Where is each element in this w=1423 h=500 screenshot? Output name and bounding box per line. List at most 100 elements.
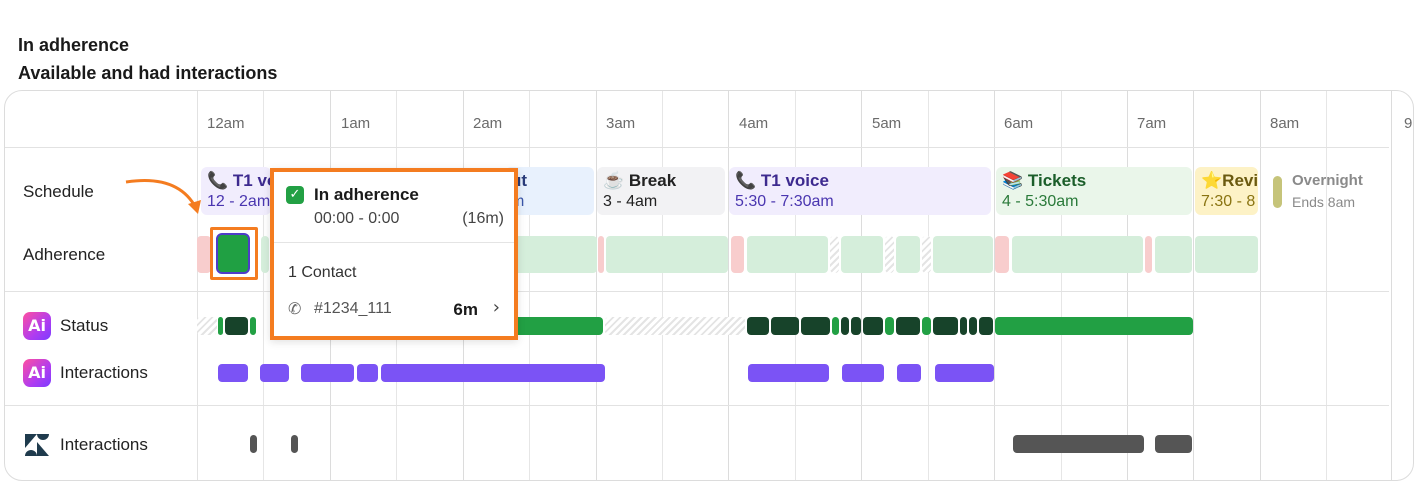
adherence-segment[interactable] [1155,236,1192,273]
schedule-block-hidden[interactable]: ut m [505,167,594,215]
gridline [1391,91,1392,480]
hour-label: 7am [1137,115,1167,132]
status-segment-busy[interactable] [933,317,958,335]
schedule-block-t1-voice[interactable]: 📞 T1 vo 12 - 2am [201,167,271,215]
phone-icon: 📞 [735,171,757,190]
status-segment-offline[interactable] [197,317,217,335]
status-segment-available[interactable] [885,317,894,335]
ai-logo-icon: Ai [23,312,51,340]
adherence-segment-out[interactable] [598,236,604,273]
selected-adherence-segment[interactable] [216,233,250,274]
hour-label: 9a [1404,115,1413,132]
books-icon: 📚 [1002,171,1024,190]
interaction-segment[interactable] [218,364,248,382]
gridline [994,91,995,480]
status-segment-busy[interactable] [225,317,248,335]
popover-duration: (16m) [462,210,504,227]
adherence-segment[interactable] [933,236,993,273]
schedule-block-break[interactable]: ☕ Break 3 - 4am [597,167,725,215]
adherence-segment[interactable] [747,236,828,273]
adherence-segment[interactable] [606,236,728,273]
interaction-segment[interactable] [748,364,829,382]
zendesk-interaction-segment[interactable] [250,435,257,453]
status-segment-busy[interactable] [747,317,769,335]
interaction-segment[interactable] [897,364,921,382]
status-segment-available[interactable] [513,317,603,335]
adherence-segment[interactable] [1195,236,1258,273]
gridline [1260,91,1261,480]
row-label-status: Status [60,316,109,335]
schedule-block-title: T1 voice [760,171,829,190]
status-segment-available[interactable] [832,317,839,335]
adherence-segment[interactable] [1012,236,1143,273]
interaction-segment[interactable] [301,364,354,382]
heading-status: Available and had interactions [18,63,278,83]
interaction-segment[interactable] [935,364,994,382]
adherence-segment-out[interactable] [1145,236,1152,273]
interaction-segment[interactable] [357,364,378,382]
adherence-segment-unknown[interactable] [830,236,839,273]
zendesk-interaction-segment[interactable] [1155,435,1192,453]
timeline-card: 12am 1am 2am 3am 4am 5am 6am 7am 8am 9a … [4,90,1414,481]
gridline [662,91,663,480]
status-segment-available[interactable] [218,317,223,335]
schedule-block-tickets[interactable]: 📚 Tickets 4 - 5:30am [996,167,1192,215]
status-segment-offline[interactable] [605,317,745,335]
row-label-adherence: Adherence [23,245,106,264]
adherence-segment-out[interactable] [995,236,1009,273]
status-segment-busy[interactable] [771,317,799,335]
gridline [795,91,796,480]
zendesk-interaction-segment[interactable] [291,435,298,453]
popover-time: 00:00 - 0:00 [314,210,400,227]
gridline [263,91,264,480]
overnight-marker [1273,176,1282,208]
contact-id: #1234_111 [314,300,392,317]
status-segment-busy[interactable] [851,317,861,335]
schedule-block-title: T1 vo [232,171,271,190]
adherence-segment[interactable] [841,236,883,273]
adherence-segment-unknown[interactable] [885,236,894,273]
chevron-right-icon[interactable]: › [493,297,500,318]
phone-icon: 📞 [207,171,229,190]
adherence-segment-unknown[interactable] [922,236,931,273]
adherence-segment[interactable] [513,236,597,273]
status-segment-busy[interactable] [841,317,849,335]
adherence-segment-out[interactable] [731,236,744,273]
zendesk-icon [25,434,49,456]
schedule-block-time: 5:30 - 7:30am [735,193,834,210]
adherence-segment[interactable] [261,236,269,273]
hour-label: 3am [606,115,636,132]
interaction-segment[interactable] [260,364,289,382]
status-segment-busy[interactable] [969,317,977,335]
gridline [1326,91,1327,480]
status-segment-busy[interactable] [960,317,967,335]
label-column-divider [197,91,198,480]
gridline [529,91,530,480]
zendesk-interaction-segment[interactable] [1013,435,1144,453]
status-segment-busy[interactable] [896,317,920,335]
status-segment-available[interactable] [995,317,1193,335]
arrow-pointer-icon [125,178,201,214]
header-divider [5,147,1389,148]
schedule-block-t1-voice-2[interactable]: 📞 T1 voice 5:30 - 7:30am [729,167,991,215]
adherence-segment-out[interactable] [197,236,211,273]
interaction-segment[interactable] [842,364,884,382]
gridline [1061,91,1062,480]
schedule-block-title: Break [628,171,677,190]
schedule-block-review[interactable]: ⭐Revie 7:30 - 8 [1195,167,1258,215]
status-segment-busy[interactable] [801,317,830,335]
status-segment-available[interactable] [250,317,256,335]
row-label-schedule: Schedule [23,182,94,201]
contact-length: 6m [453,300,478,319]
hour-label: 2am [473,115,503,132]
status-segment-busy[interactable] [863,317,883,335]
status-segment-available[interactable] [922,317,931,335]
status-segment-busy[interactable] [979,317,993,335]
gridline [596,91,597,480]
interaction-segment[interactable] [381,364,605,382]
adherence-popover: ✓ In adherence 00:00 - 0:00 (16m) 1 Cont… [270,168,518,340]
schedule-block-title: Tickets [1027,171,1087,190]
adherence-segment[interactable] [896,236,920,273]
hour-label: 1am [341,115,371,132]
phone-icon: ✆ [288,299,302,318]
